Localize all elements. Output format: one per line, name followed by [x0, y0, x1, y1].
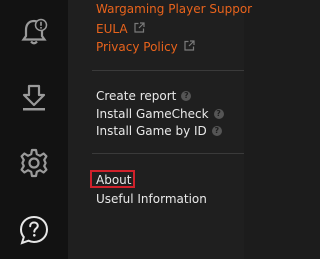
install-game-by-id-item[interactable]: Install Game by ID ?	[96, 124, 222, 138]
create-report-item[interactable]: Create report ?	[96, 89, 192, 103]
external-link-icon	[184, 40, 195, 54]
create-report-label: Create report	[96, 89, 177, 103]
help-question-icon[interactable]: ?	[181, 91, 192, 101]
install-game-by-id-label: Install Game by ID	[96, 124, 207, 138]
external-link-icon	[133, 22, 145, 36]
help-question-icon[interactable]: ?	[211, 126, 222, 136]
privacy-policy-label: Privacy Policy	[96, 40, 178, 54]
useful-information-label: Useful Information	[96, 192, 207, 206]
privacy-policy-link[interactable]: Privacy Policy	[96, 40, 195, 54]
help-question-icon[interactable]: ?	[213, 109, 224, 119]
sidebar	[0, 0, 68, 259]
eula-label: EULA	[96, 22, 128, 36]
install-gamecheck-item[interactable]: Install GameCheck ?	[96, 107, 224, 121]
help-menu-panel: Wargaming Player Suppor EULA Privacy Pol…	[68, 0, 252, 259]
help-chat-icon[interactable]	[14, 210, 54, 250]
useful-information-item[interactable]: Useful Information	[96, 192, 207, 206]
notifications-bell-icon[interactable]	[14, 12, 54, 52]
wargaming-player-support-label: Wargaming Player Suppor	[96, 2, 253, 16]
eula-link[interactable]: EULA	[96, 22, 145, 36]
about-item[interactable]: About	[96, 173, 131, 187]
settings-gear-icon[interactable]	[14, 143, 54, 183]
about-label: About	[96, 173, 132, 187]
install-gamecheck-label: Install GameCheck	[96, 107, 209, 121]
wargaming-player-support-link[interactable]: Wargaming Player Suppor	[96, 2, 252, 16]
divider	[92, 70, 244, 71]
download-icon[interactable]	[14, 78, 54, 118]
divider	[92, 153, 244, 154]
